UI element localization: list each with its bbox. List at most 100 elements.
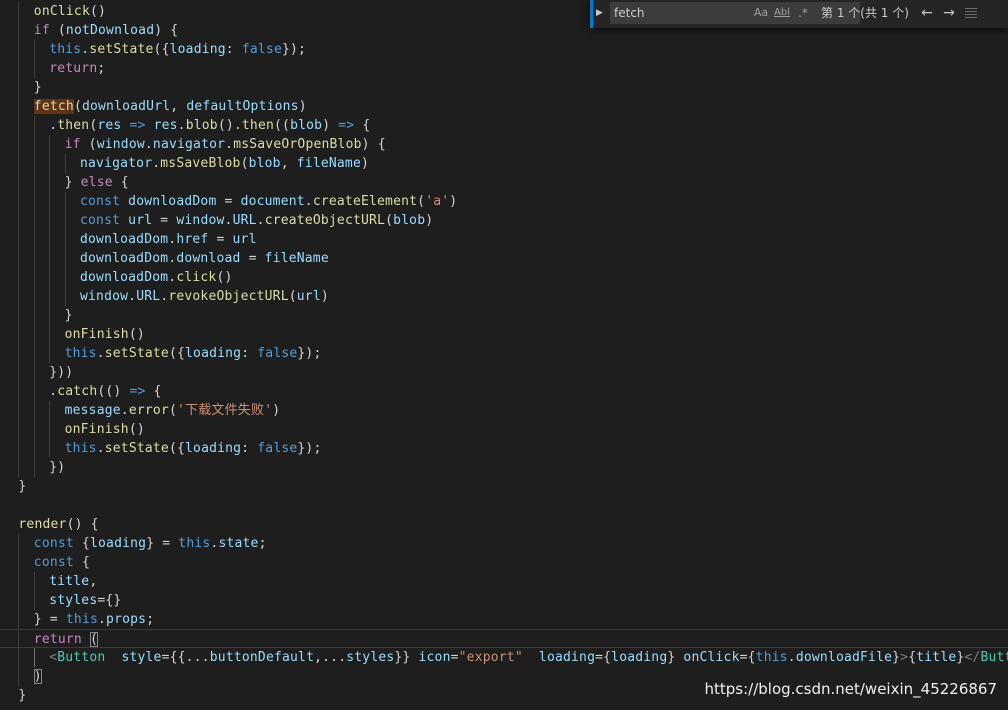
code-token: loading	[538, 650, 596, 665]
indent-guide	[33, 211, 35, 230]
code-token: loading	[185, 441, 242, 456]
previous-match-arrow-icon[interactable]: ←	[917, 2, 937, 24]
code-token: (	[49, 23, 66, 38]
code-token: (	[417, 194, 426, 209]
code-token: revokeObjectURL	[168, 289, 289, 304]
code-line[interactable]: return (	[0, 629, 1008, 649]
indent-guide	[33, 325, 35, 344]
code-token: navigator	[152, 137, 226, 152]
code-line[interactable]: render() {	[0, 515, 1008, 534]
indent-guide	[18, 268, 20, 287]
code-token: const	[80, 194, 121, 209]
code-line[interactable]: onFinish()	[0, 325, 1008, 344]
indent-guide	[18, 21, 20, 40]
code-token: =>	[129, 118, 146, 133]
code-line[interactable]: message.error('下载文件失败')	[0, 401, 1008, 420]
code-line[interactable]: this.setState({loading: false});	[0, 40, 1008, 59]
code-line[interactable]: } else {	[0, 173, 1008, 192]
indent-guide	[64, 154, 66, 173]
match-case-icon[interactable]: Aa	[752, 3, 770, 23]
indent-guide	[18, 610, 20, 629]
code-token: .	[225, 137, 234, 152]
indent-guide	[49, 135, 51, 154]
code-token: ,	[170, 99, 187, 114]
code-line[interactable]: const {loading} = this.state;	[0, 534, 1008, 553]
code-line[interactable]: const {	[0, 553, 1008, 572]
code-line[interactable]: styles={}	[0, 591, 1008, 610]
code-token: ,...	[314, 650, 347, 665]
code-line[interactable]: downloadDom.href = url	[0, 230, 1008, 249]
code-text: onFinish()	[65, 327, 145, 342]
code-token: click	[176, 270, 217, 285]
code-token: downloadFile	[795, 650, 893, 665]
code-line[interactable]	[0, 496, 1008, 515]
code-line[interactable]: this.setState({loading: false});	[0, 344, 1008, 363]
code-line[interactable]: this.setState({loading: false});	[0, 439, 1008, 458]
code-line[interactable]: const url = window.URL.createObjectURL(b…	[0, 211, 1008, 230]
code-line[interactable]: downloadDom.download = fileName	[0, 249, 1008, 268]
code-token: )	[320, 289, 329, 304]
find-in-selection-icon[interactable]	[961, 2, 981, 24]
code-token: {	[145, 384, 162, 399]
indent-guide	[18, 230, 20, 249]
code-token: url	[128, 213, 153, 228]
code-token: )	[360, 156, 370, 171]
code-token: return	[33, 632, 82, 647]
code-area[interactable]: onClick() if (notDownload) {this.setState…	[0, 2, 1008, 705]
code-token: ()	[216, 270, 233, 285]
code-line[interactable]: })	[0, 458, 1008, 477]
code-token: ={}	[97, 593, 122, 608]
code-line[interactable]: if (window.navigator.msSaveOrOpenBlob) {	[0, 135, 1008, 154]
code-token: if	[33, 23, 50, 38]
code-token: }))	[49, 365, 74, 380]
code-line[interactable]: window.URL.revokeObjectURL(url)	[0, 287, 1008, 306]
match-whole-word-icon[interactable]: Abl	[773, 3, 791, 23]
close-icon[interactable]	[983, 2, 1003, 24]
indent-guide	[64, 230, 66, 249]
code-line[interactable]: .catch(() => {	[0, 382, 1008, 401]
code-token: .	[96, 346, 105, 361]
indent-guide	[18, 211, 20, 230]
code-token: ={{...	[161, 650, 210, 665]
code-line[interactable]: }	[0, 306, 1008, 325]
code-token: });	[297, 441, 322, 456]
use-regex-icon[interactable]: .*	[795, 3, 811, 23]
code-line[interactable]: onFinish()	[0, 420, 1008, 439]
code-line[interactable]: fetch(downloadUrl, defaultOptions)	[0, 97, 1008, 116]
toggle-replace-chevron-icon[interactable]: ▶	[590, 0, 606, 28]
code-editor[interactable]: onClick() if (notDownload) {this.setState…	[0, 0, 1008, 710]
code-token: )	[449, 194, 458, 209]
code-line[interactable]: .then(res => res.blob().then((blob) => {	[0, 116, 1008, 135]
code-token: this	[178, 536, 211, 551]
code-line[interactable]: const downloadDom = document.createEleme…	[0, 192, 1008, 211]
indent-guide	[49, 344, 51, 363]
code-line[interactable]: } = this.props;	[0, 610, 1008, 629]
code-line[interactable]: downloadDom.click()	[0, 268, 1008, 287]
code-text: } = this.props;	[34, 612, 154, 627]
code-line[interactable]: }	[0, 78, 1008, 97]
code-token: )	[298, 99, 307, 114]
code-line[interactable]: <Button style={{...buttonDefault,...styl…	[0, 648, 1008, 667]
next-match-arrow-icon[interactable]: →	[939, 2, 959, 24]
indent-guide	[18, 439, 20, 458]
code-token: =	[208, 232, 233, 247]
code-token: downloadDom	[128, 194, 217, 209]
indent-guide	[49, 173, 51, 192]
indent-guide	[18, 59, 20, 78]
code-line[interactable]: }))	[0, 363, 1008, 382]
code-line[interactable]: navigator.msSaveBlob(blob, fileName)	[0, 154, 1008, 173]
indent-guide	[18, 78, 20, 97]
code-token: downloadDom	[80, 232, 169, 247]
code-line[interactable]: title,	[0, 572, 1008, 591]
code-token: .	[96, 441, 105, 456]
indent-guide	[33, 40, 35, 59]
code-line[interactable]: }	[0, 477, 1008, 496]
code-line[interactable]: return;	[0, 59, 1008, 78]
code-text: window.URL.revokeObjectURL(url)	[80, 289, 329, 304]
watermark: https://blog.csdn.net/weixin_45226867	[704, 680, 997, 698]
indent-guide	[18, 116, 20, 135]
code-text: downloadDom.click()	[80, 270, 233, 285]
